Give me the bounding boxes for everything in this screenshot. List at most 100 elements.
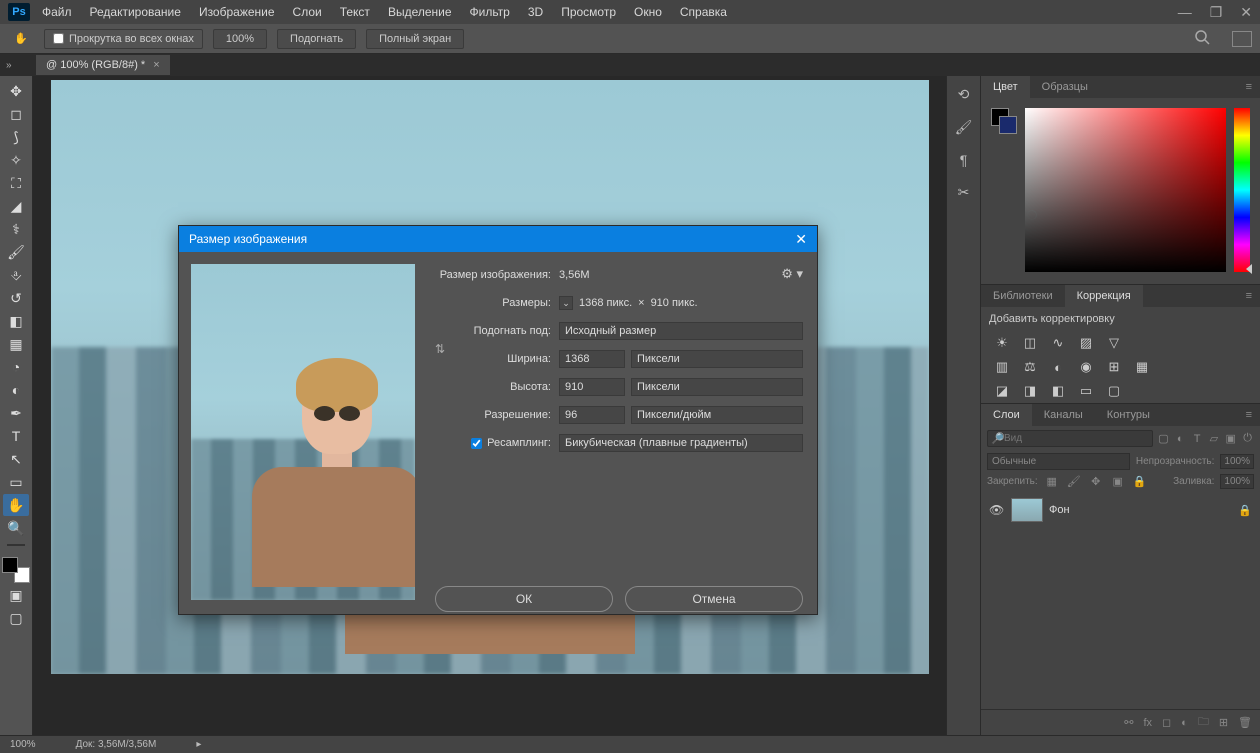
- menu-select[interactable]: Выделение: [388, 5, 452, 19]
- workspace-switcher-icon[interactable]: [1232, 31, 1252, 47]
- eraser-tool[interactable]: ◧: [3, 310, 29, 332]
- scroll-all-checkbox-input[interactable]: [53, 33, 64, 44]
- gradient-map-icon[interactable]: ▭: [1077, 383, 1095, 399]
- resolution-input[interactable]: [559, 406, 625, 424]
- lock-transparent-icon[interactable]: ▦: [1044, 475, 1060, 488]
- dialog-titlebar[interactable]: Размер изображения ✕: [179, 226, 817, 252]
- hue-icon[interactable]: ▥: [993, 359, 1011, 375]
- filter-shape-icon[interactable]: ▱: [1207, 432, 1220, 445]
- menu-view[interactable]: Просмотр: [561, 5, 616, 19]
- status-doc[interactable]: Док: 3,56M/3,56M: [76, 739, 157, 750]
- path-tool[interactable]: ↖: [3, 448, 29, 470]
- opacity-value[interactable]: 100%: [1220, 454, 1254, 469]
- tab-paths[interactable]: Контуры: [1095, 404, 1162, 426]
- dimensions-unit-toggle[interactable]: ⌄: [559, 296, 573, 310]
- cancel-button[interactable]: Отмена: [625, 586, 803, 612]
- photo-filter-icon[interactable]: ◉: [1077, 359, 1095, 375]
- height-input[interactable]: [559, 378, 625, 396]
- lock-position-icon[interactable]: ✥: [1088, 475, 1104, 488]
- zoom-100-button[interactable]: 100%: [213, 29, 267, 49]
- tab-channels[interactable]: Каналы: [1032, 404, 1095, 426]
- layer-fx-icon[interactable]: fx: [1143, 717, 1152, 729]
- tab-libraries[interactable]: Библиотеки: [981, 285, 1065, 307]
- menu-filter[interactable]: Фильтр: [470, 5, 510, 19]
- constrain-proportions-icon[interactable]: ⇅: [435, 342, 445, 356]
- lasso-tool[interactable]: ⟆: [3, 126, 29, 148]
- shape-tool[interactable]: ▭: [3, 471, 29, 493]
- document-tab[interactable]: @ 100% (RGB/8#) * ×: [36, 55, 170, 75]
- status-zoom[interactable]: 100%: [10, 739, 36, 750]
- exposure-icon[interactable]: ▨: [1077, 335, 1095, 351]
- brightness-icon[interactable]: ☀: [993, 335, 1011, 351]
- layer-filter-input[interactable]: [987, 430, 1153, 447]
- gradient-tool[interactable]: ▦: [3, 333, 29, 355]
- resample-method-select[interactable]: Бикубическая (плавные градиенты): [559, 434, 803, 452]
- filter-toggle-icon[interactable]: ⏻: [1241, 432, 1254, 445]
- selective-icon[interactable]: ▢: [1105, 383, 1123, 399]
- marquee-tool[interactable]: ◻: [3, 103, 29, 125]
- tab-expand-icon[interactable]: »: [6, 60, 12, 71]
- menu-window[interactable]: Окно: [634, 5, 662, 19]
- heal-tool[interactable]: ⚕: [3, 218, 29, 240]
- layer-thumbnail[interactable]: [1011, 498, 1043, 522]
- delete-layer-icon[interactable]: 🗑: [1238, 716, 1252, 729]
- color-cursor[interactable]: [1027, 210, 1037, 220]
- brushes-panel-icon[interactable]: 🖌: [955, 119, 973, 136]
- color-panel-menu-icon[interactable]: ≡: [1238, 81, 1260, 93]
- new-layer-icon[interactable]: ⊞: [1219, 716, 1228, 729]
- tab-layers[interactable]: Слои: [981, 404, 1032, 426]
- history-panel-icon[interactable]: ⟲: [958, 86, 970, 103]
- height-unit-select[interactable]: Пиксели: [631, 378, 803, 396]
- layer-mask-icon[interactable]: ◻: [1162, 716, 1171, 729]
- dialog-close-icon[interactable]: ✕: [795, 231, 807, 248]
- menu-help[interactable]: Справка: [680, 5, 727, 19]
- channel-mixer-icon[interactable]: ⊞: [1105, 359, 1123, 375]
- move-tool[interactable]: ✥: [3, 80, 29, 102]
- fullscreen-button[interactable]: Полный экран: [366, 29, 464, 49]
- type-tool[interactable]: T: [3, 425, 29, 447]
- vibrance-icon[interactable]: ▽: [1105, 335, 1123, 351]
- search-icon[interactable]: [1194, 29, 1210, 48]
- invert-icon[interactable]: ◪: [993, 383, 1011, 399]
- tab-correction[interactable]: Коррекция: [1065, 285, 1143, 307]
- paragraph-panel-icon[interactable]: ¶: [960, 152, 968, 168]
- correction-panel-menu-icon[interactable]: ≡: [1238, 290, 1260, 302]
- hue-slider[interactable]: [1234, 108, 1250, 272]
- bw-icon[interactable]: ◐: [1049, 359, 1067, 375]
- fit-to-select[interactable]: Исходный размер: [559, 322, 803, 340]
- balance-icon[interactable]: ⚖: [1021, 359, 1039, 375]
- resample-checkbox[interactable]: [471, 438, 482, 449]
- blend-mode-select[interactable]: Обычные: [987, 453, 1130, 470]
- tab-samples[interactable]: Образцы: [1030, 76, 1100, 98]
- fill-value[interactable]: 100%: [1220, 474, 1254, 489]
- filter-adjust-icon[interactable]: ◐: [1174, 433, 1187, 445]
- panel-swatches[interactable]: [991, 108, 1017, 274]
- clone-tool[interactable]: ⎀: [3, 264, 29, 286]
- width-input[interactable]: [559, 350, 625, 368]
- menu-file[interactable]: Файл: [42, 5, 72, 19]
- scroll-all-windows-checkbox[interactable]: Прокрутка во всех окнах: [44, 29, 203, 49]
- close-tab-icon[interactable]: ×: [153, 59, 159, 71]
- hand-tool[interactable]: ✋: [3, 494, 29, 516]
- tab-color[interactable]: Цвет: [981, 76, 1030, 98]
- magic-wand-tool[interactable]: ✧: [3, 149, 29, 171]
- filter-smart-icon[interactable]: ▣: [1224, 432, 1237, 445]
- filter-type-icon[interactable]: T: [1191, 433, 1204, 445]
- width-unit-select[interactable]: Пиксели: [631, 350, 803, 368]
- quickmask-tool[interactable]: ▣: [3, 584, 29, 606]
- pen-tool[interactable]: ✒: [3, 402, 29, 424]
- zoom-tool[interactable]: 🔍: [3, 517, 29, 539]
- crop-tool[interactable]: ⛶: [3, 172, 29, 194]
- lock-all-icon[interactable]: 🔒: [1132, 475, 1148, 488]
- visibility-icon[interactable]: 👁: [989, 503, 1005, 517]
- menu-text[interactable]: Текст: [340, 5, 370, 19]
- history-brush-tool[interactable]: ↺: [3, 287, 29, 309]
- ok-button[interactable]: ОК: [435, 586, 613, 612]
- dodge-tool[interactable]: ◐: [3, 379, 29, 401]
- minimize-button[interactable]: —: [1178, 4, 1192, 21]
- maximize-button[interactable]: ❐: [1210, 4, 1223, 21]
- color-field[interactable]: [1025, 108, 1226, 272]
- levels-icon[interactable]: ◫: [1021, 335, 1039, 351]
- screenmode-tool[interactable]: ▢: [3, 607, 29, 629]
- layers-panel-menu-icon[interactable]: ≡: [1238, 409, 1260, 421]
